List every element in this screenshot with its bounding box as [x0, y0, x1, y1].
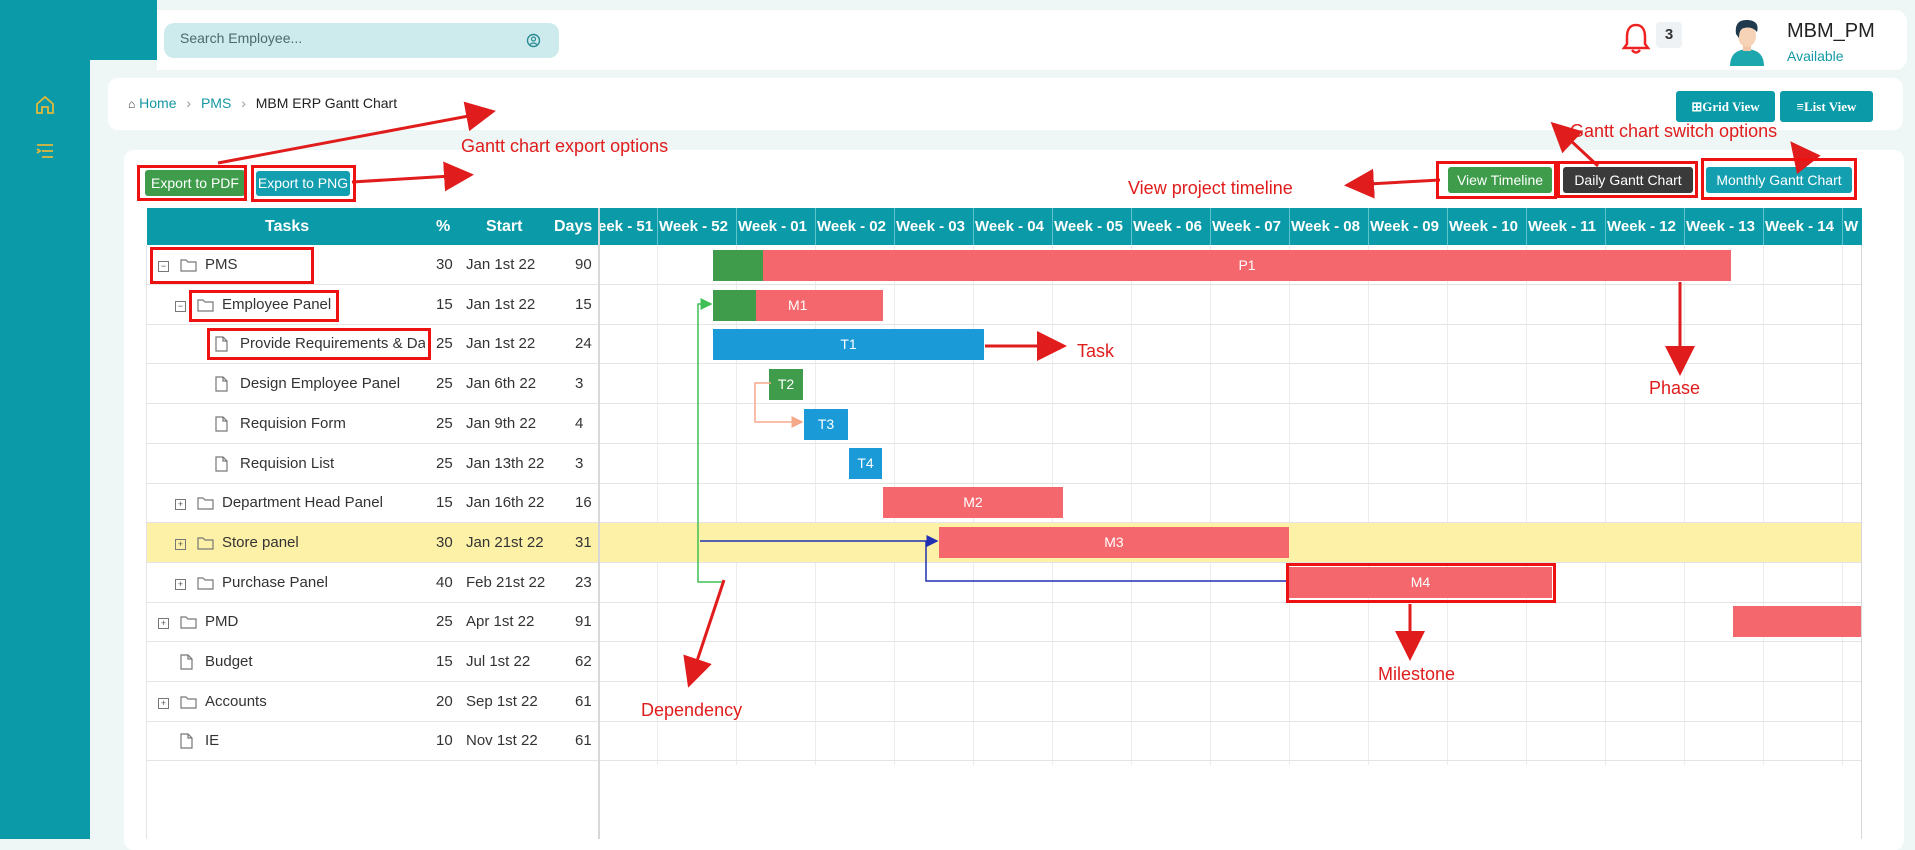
highlight-task-row	[207, 328, 431, 360]
annotation-dependency: Dependency	[641, 700, 743, 720]
annotation-task: Task	[1077, 341, 1115, 361]
annotation-export: Gantt chart export options	[461, 136, 669, 156]
annotation-phase: Phase	[1649, 378, 1701, 398]
annotation-arrow-dependency	[683, 579, 726, 688]
annotation-switch: Gantt chart switch options	[1570, 121, 1778, 141]
highlight-employee-panel-row	[189, 290, 339, 322]
dependency-line-blue-2	[925, 541, 1287, 582]
highlight-daily-gantt	[1557, 161, 1698, 198]
annotation-arrow-export-right	[351, 161, 474, 192]
dependency-line-orange	[754, 382, 804, 428]
annotation-arrow-export-up	[217, 101, 496, 165]
annotation-arrow-timeline	[1344, 168, 1441, 199]
annotation-timeline: View project timeline	[1128, 178, 1293, 198]
highlight-milestone-m4	[1286, 563, 1556, 603]
highlight-export-png	[251, 165, 356, 202]
highlight-monthly-gantt	[1701, 158, 1857, 200]
annotation-milestone: Milestone	[1378, 664, 1456, 684]
highlight-view-timeline	[1436, 161, 1557, 199]
highlight-export-pdf	[137, 165, 247, 201]
highlight-pms-row	[150, 247, 314, 284]
